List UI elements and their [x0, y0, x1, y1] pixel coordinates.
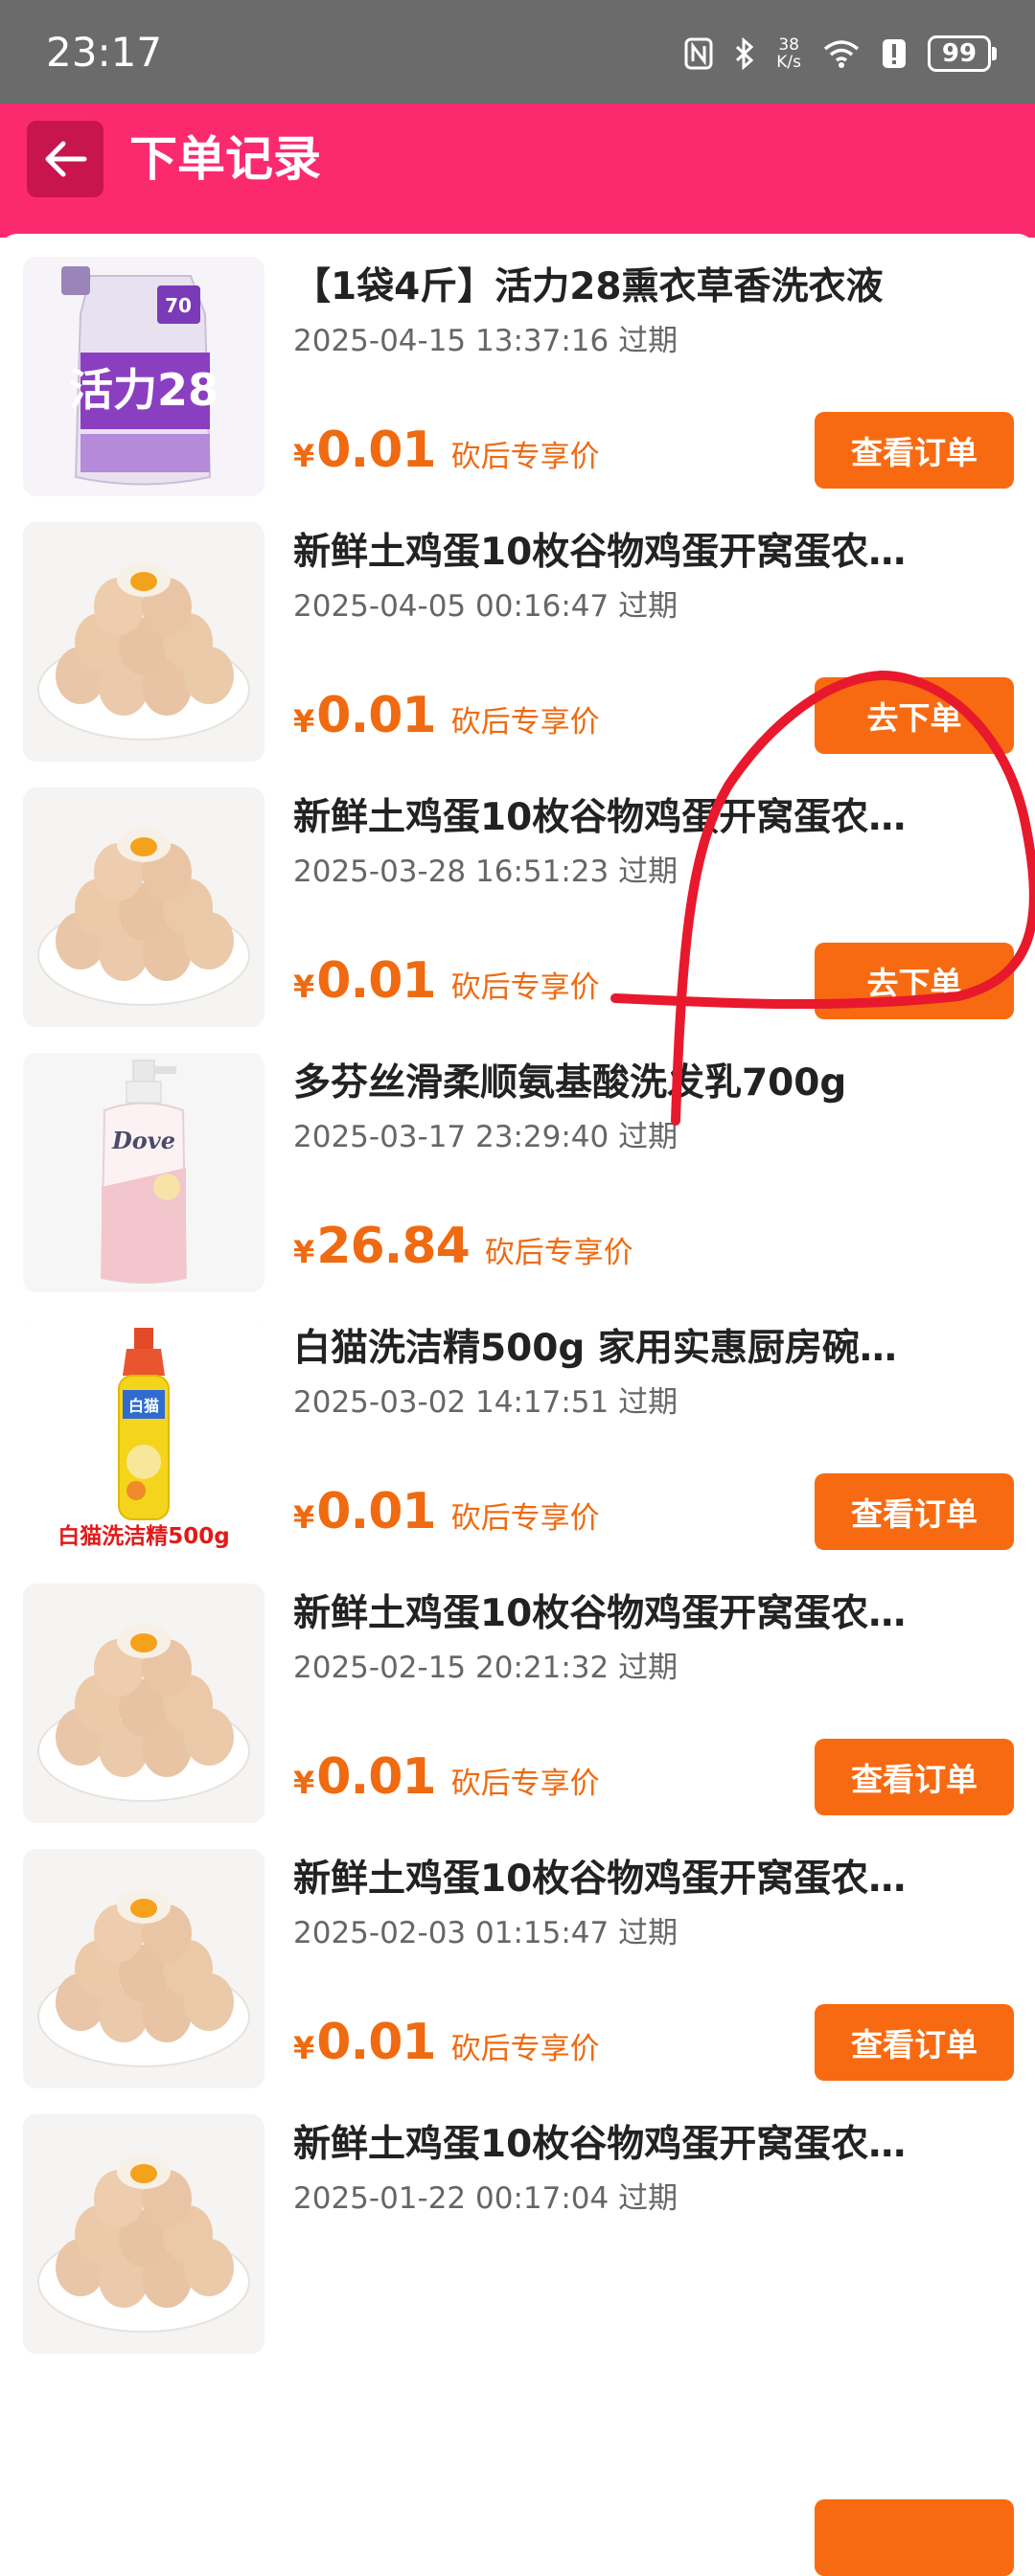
product-title[interactable]: 新鲜土鸡蛋10枚谷物鸡蛋开窝蛋农… — [293, 793, 983, 843]
price-tag: 砍后专享价 — [450, 705, 600, 740]
view-order-button[interactable]: 查看订单 — [815, 412, 1014, 489]
price-value: 0.01 — [316, 2014, 436, 2071]
view-order-button[interactable]: 查看订单 — [815, 1739, 1014, 1815]
place-order-button[interactable]: 去下单 — [815, 677, 1014, 754]
currency-symbol: ¥ — [293, 1234, 315, 1270]
svg-text:活力28: 活力28 — [69, 364, 218, 416]
order-item[interactable]: 新鲜土鸡蛋10枚谷物鸡蛋开窝蛋农… 2025-02-15 20:21:32 过期… — [0, 1561, 1035, 1826]
order-expiry: 2025-04-05 00:16:47 过期 — [293, 589, 678, 624]
back-arrow-icon — [45, 141, 87, 177]
order-expiry: 2025-01-22 00:17:04 过期 — [293, 2181, 678, 2216]
order-expiry: 2025-03-28 16:51:23 过期 — [293, 855, 678, 889]
price-value: 26.84 — [316, 1218, 470, 1275]
alert-icon — [882, 38, 907, 69]
price-value: 0.01 — [316, 1748, 436, 1806]
order-item[interactable]: 新鲜土鸡蛋10枚谷物鸡蛋开窝蛋农… 2025-02-03 01:15:47 过期… — [0, 1826, 1035, 2091]
page-title: 下单记录 — [129, 131, 321, 187]
order-list[interactable]: 活力28 70 【1袋4斤】活力28熏衣草香洗衣液 2025-04-15 13:… — [0, 234, 1035, 2576]
price-tag: 砍后专享价 — [484, 1236, 633, 1270]
currency-symbol: ¥ — [293, 2030, 315, 2066]
order-expiry: 2025-02-15 20:21:32 过期 — [293, 1651, 678, 1685]
price-tag: 砍后专享价 — [450, 2032, 600, 2066]
currency-symbol: ¥ — [293, 1765, 315, 1801]
order-item[interactable]: 活力28 70 【1袋4斤】活力28熏衣草香洗衣液 2025-04-15 13:… — [0, 234, 1035, 499]
price: ¥ 0.01 砍后专享价 — [293, 1483, 600, 1540]
product-title[interactable]: 新鲜土鸡蛋10枚谷物鸡蛋开窝蛋农… — [293, 2120, 983, 2170]
price-value: 0.01 — [316, 422, 436, 479]
product-image-eggs[interactable] — [23, 1584, 264, 1823]
top-app-bar: 下单记录 — [0, 103, 1035, 238]
price-tag: 砍后专享价 — [450, 1767, 600, 1801]
order-expiry: 2025-03-02 14:17:51 过期 — [293, 1385, 678, 1420]
product-title[interactable]: 新鲜土鸡蛋10枚谷物鸡蛋开窝蛋农… — [293, 528, 983, 578]
price-value: 0.01 — [316, 952, 436, 1010]
status-time: 23:17 — [46, 29, 163, 76]
product-image-eggs[interactable] — [23, 2114, 264, 2354]
status-bar: 23:17 38 K/s 99 — [0, 0, 1035, 103]
currency-symbol: ¥ — [293, 969, 315, 1005]
price-value: 0.01 — [316, 1483, 436, 1540]
svg-text:Dove: Dove — [111, 1127, 175, 1154]
order-item[interactable]: 新鲜土鸡蛋10枚谷物鸡蛋开窝蛋农… 2025-04-05 00:16:47 过期… — [0, 499, 1035, 764]
product-image-laundry-detergent[interactable]: 活力28 70 — [23, 257, 264, 496]
product-title[interactable]: 新鲜土鸡蛋10枚谷物鸡蛋开窝蛋农… — [293, 1589, 983, 1639]
order-item[interactable]: 新鲜土鸡蛋10枚谷物鸡蛋开窝蛋农… 2025-01-22 00:17:04 过期 — [0, 2091, 1035, 2576]
net-speed-value: 38 — [778, 35, 799, 55]
view-order-button[interactable]: 查看订单 — [815, 2004, 1014, 2081]
net-speed-unit: K/s — [776, 53, 801, 72]
view-order-button[interactable] — [815, 2499, 1014, 2576]
view-order-button[interactable]: 查看订单 — [815, 1473, 1014, 1550]
place-order-button[interactable]: 去下单 — [815, 943, 1014, 1019]
order-expiry: 2025-03-17 23:29:40 过期 — [293, 1120, 678, 1154]
price: ¥ 0.01 砍后专享价 — [293, 422, 600, 479]
order-item[interactable]: 新鲜土鸡蛋10枚谷物鸡蛋开窝蛋农… 2025-03-28 16:51:23 过期… — [0, 764, 1035, 1030]
price-tag: 砍后专享价 — [450, 1501, 600, 1536]
currency-symbol: ¥ — [293, 703, 315, 740]
price: ¥ 0.01 砍后专享价 — [293, 1748, 600, 1806]
price-tag: 砍后专享价 — [450, 440, 600, 474]
product-title[interactable]: 新鲜土鸡蛋10枚谷物鸡蛋开窝蛋农… — [293, 1855, 983, 1904]
price: ¥ 0.01 砍后专享价 — [293, 2014, 600, 2071]
price-tag: 砍后专享价 — [450, 970, 600, 1005]
battery-icon: 99 — [928, 35, 997, 72]
order-item[interactable]: Dove 多芬丝滑柔顺氨基酸洗发乳700g 2025-03-17 23:29:4… — [0, 1030, 1035, 1295]
product-image-eggs[interactable] — [23, 787, 264, 1027]
bluetooth-icon — [734, 37, 755, 70]
nfc-icon — [684, 37, 713, 70]
currency-symbol: ¥ — [293, 438, 315, 474]
wifi-icon — [822, 38, 861, 69]
order-item[interactable]: 白猫 白猫洗洁精500g 白猫洗洁精500g 家用实惠厨房碗… 2025-03-… — [0, 1295, 1035, 1561]
net-speed: 38 K/s — [776, 36, 801, 71]
order-expiry: 2025-04-15 13:37:16 过期 — [293, 324, 678, 358]
product-image-eggs[interactable] — [23, 522, 264, 762]
price: ¥ 0.01 砍后专享价 — [293, 687, 600, 744]
product-image-shampoo[interactable]: Dove — [23, 1053, 264, 1292]
product-image-eggs[interactable] — [23, 1849, 264, 2088]
product-title[interactable]: 多芬丝滑柔顺氨基酸洗发乳700g — [293, 1059, 983, 1108]
price-value: 0.01 — [316, 687, 436, 744]
price: ¥ 0.01 砍后专享价 — [293, 952, 600, 1010]
status-icons: 38 K/s 99 — [684, 31, 997, 77]
product-image-dish-soap[interactable]: 白猫 白猫洗洁精500g — [23, 1318, 264, 1558]
order-expiry: 2025-02-03 01:15:47 过期 — [293, 1916, 678, 1950]
svg-text:白猫: 白猫 — [128, 1397, 159, 1415]
svg-text:70: 70 — [165, 294, 192, 317]
back-button[interactable] — [27, 121, 104, 197]
price: ¥ 26.84 砍后专享价 — [293, 1218, 633, 1275]
currency-symbol: ¥ — [293, 1499, 315, 1536]
product-title[interactable]: 【1袋4斤】活力28熏衣草香洗衣液 — [293, 262, 983, 312]
image-caption: 白猫洗洁精500g — [23, 1521, 264, 1552]
product-title[interactable]: 白猫洗洁精500g 家用实惠厨房碗… — [293, 1324, 983, 1374]
